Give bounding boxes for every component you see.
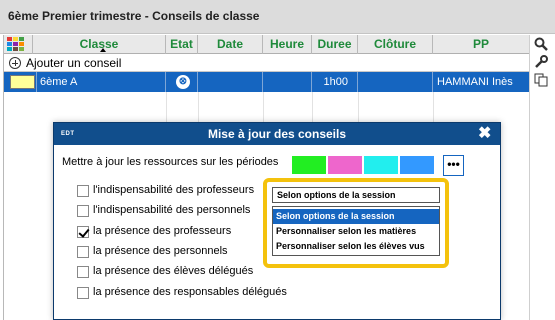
dropdown-option-session[interactable]: Selon options de la session xyxy=(273,209,439,224)
table-row[interactable]: 6ème A ⊗ 1h00 HAMMANI Inès xyxy=(4,72,529,92)
option-label: la présence des personnels xyxy=(93,245,228,257)
dialog-title: Mise à jour des conseils xyxy=(207,127,347,141)
option-label: l'indispensabilité des professeurs xyxy=(93,184,255,196)
toolbar-divider xyxy=(529,35,530,320)
add-icon[interactable] xyxy=(9,57,21,69)
row-classe[interactable]: 6ème A xyxy=(37,72,166,92)
checkbox[interactable] xyxy=(77,246,89,258)
dropdown-option-eleves-vus[interactable]: Personnaliser selon les élèves vus xyxy=(273,239,439,254)
update-councils-dialog: EDT Mise à jour des conseils ✖ Mettre à … xyxy=(53,122,501,320)
window-title: 6ème Premier trimestre - Conseils de cla… xyxy=(8,9,260,23)
session-option-select[interactable]: Selon options de la session xyxy=(272,187,440,203)
column-header-etat[interactable]: Etat xyxy=(166,35,198,54)
status-cancel-icon[interactable]: ⊗ xyxy=(176,75,190,89)
column-header-pp[interactable]: PP xyxy=(433,35,529,54)
sort-arrow-icon xyxy=(100,48,106,52)
grid-header: Classe Etat Date Heure Duree Clôture PP xyxy=(4,35,529,54)
period-swatch[interactable] xyxy=(292,156,326,174)
column-header-cloture[interactable]: Clôture xyxy=(358,35,433,54)
session-option-list: Selon options de la session Personnalise… xyxy=(272,206,440,256)
option-label: la présence des responsables délégués xyxy=(93,286,287,298)
close-icon[interactable]: ✖ xyxy=(478,125,491,143)
period-swatch[interactable] xyxy=(328,156,362,174)
checkbox-checked[interactable] xyxy=(77,226,89,238)
row-duree[interactable]: 1h00 xyxy=(312,72,358,92)
checkbox[interactable] xyxy=(77,185,89,197)
more-periods-button[interactable]: ••• xyxy=(443,155,464,176)
period-swatch[interactable] xyxy=(364,156,398,174)
row-heure[interactable] xyxy=(263,72,312,92)
class-color-swatch xyxy=(10,75,35,89)
checkbox[interactable] xyxy=(77,266,89,278)
search-icon[interactable] xyxy=(533,37,549,53)
dialog-header: EDT Mise à jour des conseils ✖ xyxy=(54,123,500,145)
copy-icon[interactable] xyxy=(533,73,549,89)
option-label: la présence des élèves délégués xyxy=(93,265,254,277)
column-header-heure[interactable]: Heure xyxy=(263,35,312,54)
grid-settings-icon[interactable] xyxy=(7,37,26,52)
period-swatch[interactable] xyxy=(400,156,434,174)
row-cloture[interactable] xyxy=(358,72,433,92)
periods-label: Mettre à jour les ressources sur les pér… xyxy=(62,156,279,168)
column-header-date[interactable]: Date xyxy=(198,35,263,54)
row-color-cell[interactable] xyxy=(4,72,37,92)
wrench-icon[interactable] xyxy=(533,55,549,71)
grid-settings-cell[interactable] xyxy=(4,35,33,54)
checkbox[interactable] xyxy=(77,205,89,217)
checkbox[interactable] xyxy=(77,287,89,299)
add-council-row[interactable]: Ajouter un conseil xyxy=(4,54,529,72)
row-pp[interactable]: HAMMANI Inès xyxy=(433,72,529,92)
window-title-bar: 6ème Premier trimestre - Conseils de cla… xyxy=(0,0,555,34)
option-label: l'indispensabilité des personnels xyxy=(93,204,251,216)
add-council-label[interactable]: Ajouter un conseil xyxy=(26,56,121,70)
column-header-duree[interactable]: Duree xyxy=(312,35,358,54)
row-date[interactable] xyxy=(198,72,263,92)
dropdown-option-matieres[interactable]: Personnaliser selon les matières xyxy=(273,224,439,239)
session-option-dropdown-highlight: Selon options de la session Selon option… xyxy=(263,178,449,268)
option-label: la présence des professeurs xyxy=(93,225,232,237)
